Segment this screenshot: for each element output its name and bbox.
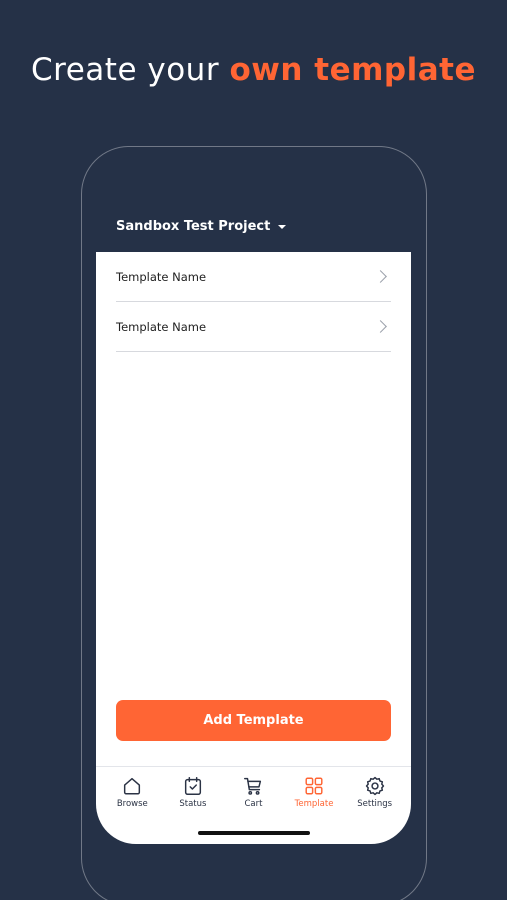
tab-settings[interactable]: Settings — [347, 775, 403, 809]
template-list-item[interactable]: Template Name — [116, 252, 391, 302]
add-template-button[interactable]: Add Template — [116, 700, 391, 741]
home-indicator — [198, 831, 310, 835]
tab-label: Settings — [357, 799, 393, 809]
template-name: Template Name — [116, 269, 207, 284]
project-selector[interactable]: Sandbox Test Project — [96, 200, 411, 252]
tab-label: Browse — [116, 799, 148, 809]
headline-accent: own template — [229, 52, 476, 88]
chevron-right-icon — [374, 270, 387, 283]
project-name: Sandbox Test Project — [116, 218, 271, 234]
template-name: Template Name — [116, 319, 207, 334]
template-list-item[interactable]: Template Name — [116, 302, 391, 352]
cart-icon — [244, 777, 262, 795]
tab-template[interactable]: Template — [286, 775, 342, 809]
gear-icon — [365, 776, 384, 796]
template-screen: Template Name Template Name Add Template… — [96, 252, 411, 844]
home-icon — [124, 777, 141, 795]
headline-plain: Create your — [31, 52, 220, 88]
chevron-right-icon — [374, 320, 387, 333]
tab-browse[interactable]: Browse — [104, 775, 160, 809]
caret-down-icon — [278, 225, 287, 229]
calendar-check-icon — [184, 777, 201, 795]
headline: Create your own template — [0, 52, 507, 88]
tab-cart[interactable]: Cart — [225, 775, 281, 809]
tab-label: Template — [294, 799, 334, 809]
bottom-tab-bar: Browse Status Cart Template Settings — [96, 766, 411, 816]
tab-label: Cart — [244, 799, 263, 809]
grid-icon — [305, 777, 323, 795]
tab-status[interactable]: Status — [165, 775, 221, 809]
tab-label: Status — [179, 799, 207, 809]
